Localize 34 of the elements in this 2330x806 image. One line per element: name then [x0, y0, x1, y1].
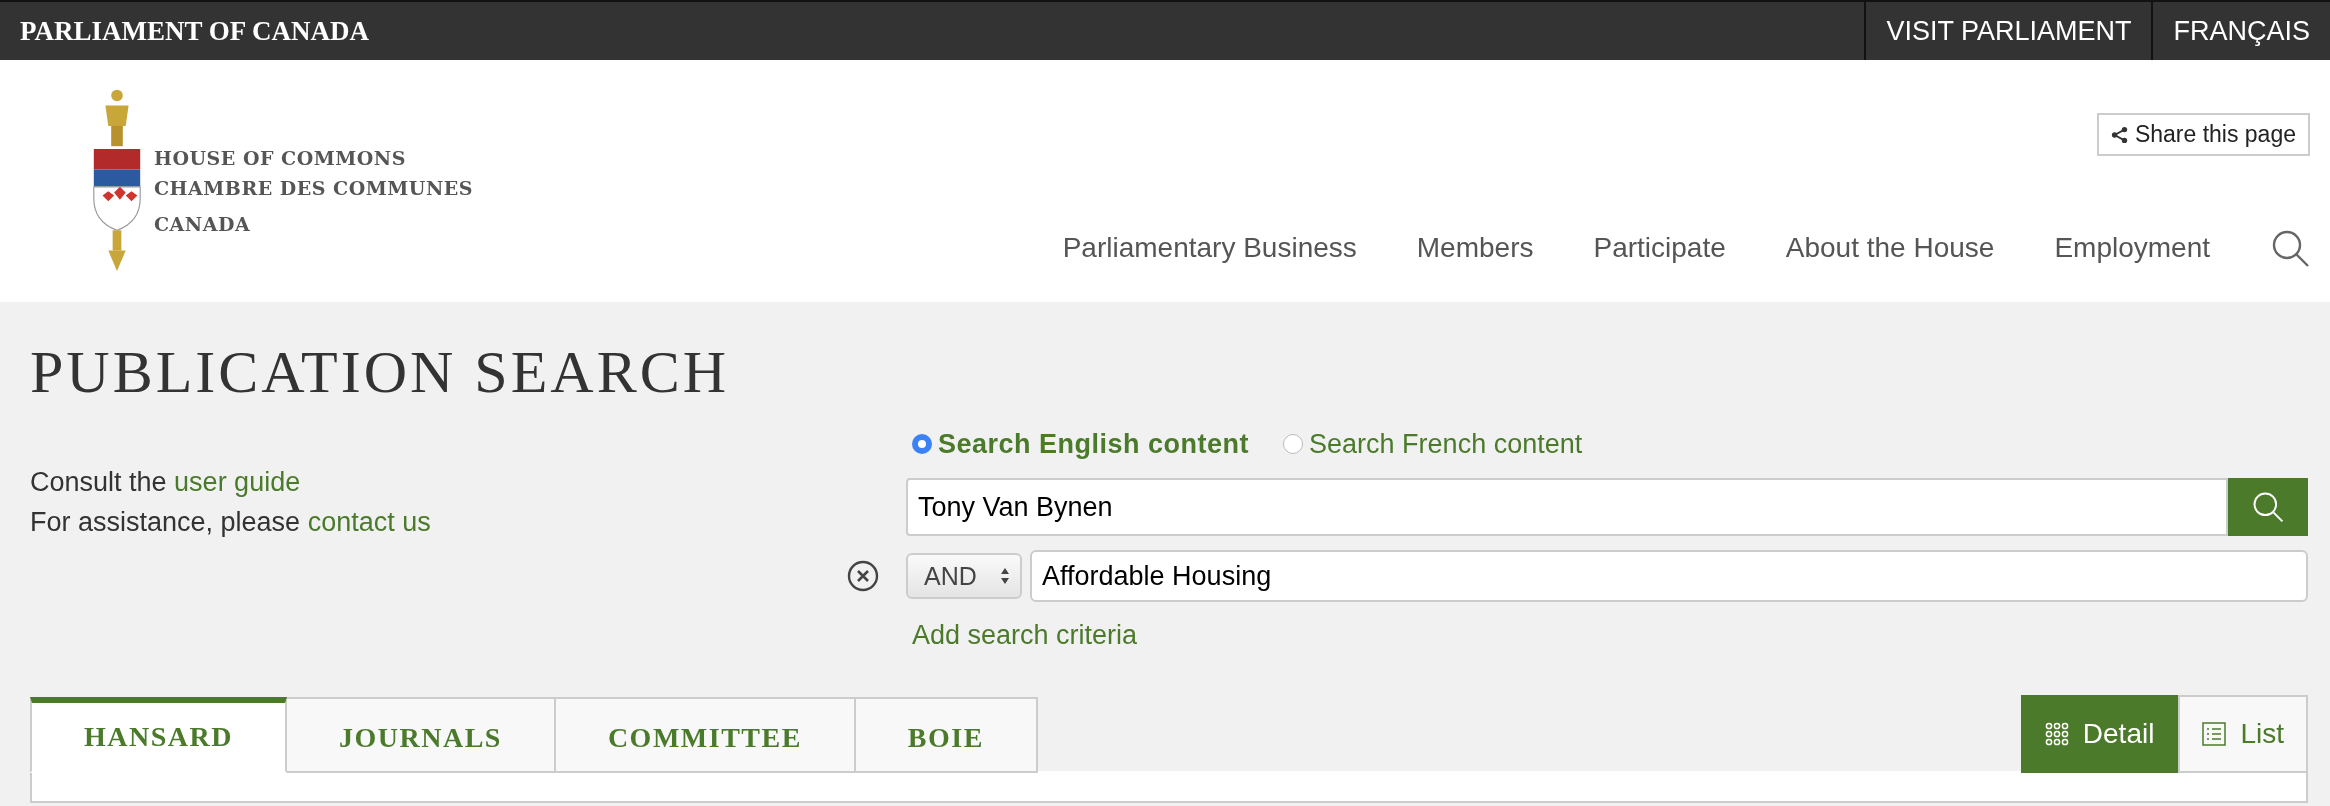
search-field[interactable]: Tony Van Bynen — [906, 478, 2228, 536]
nav-link[interactable]: Members — [1416, 232, 1534, 264]
nav-link[interactable]: Participate — [1593, 232, 1726, 264]
search-button[interactable] — [2228, 478, 2308, 536]
language-radio[interactable]: Search French content — [1283, 428, 1583, 460]
page-title: PUBLICATION SEARCH — [30, 338, 731, 407]
logo-text: CHAMBRE DES COMMUNES — [154, 176, 473, 201]
nav-link[interactable]: About the House — [1785, 232, 1995, 264]
tab[interactable]: BOIE — [855, 697, 1038, 773]
grid-icon — [2044, 722, 2069, 746]
view-button[interactable]: Detail — [2020, 695, 2179, 773]
share-button[interactable]: Share this page — [2096, 113, 2310, 156]
tab[interactable]: HANSARD — [30, 697, 287, 773]
operator-select[interactable]: AND — [906, 553, 1022, 599]
tab[interactable]: COMMITTEE — [555, 697, 856, 773]
site-title[interactable]: PARLIAMENT OF CANADA — [0, 15, 369, 47]
logo-text: HOUSE OF COMMONS — [154, 146, 407, 171]
tab[interactable]: JOURNALS — [286, 697, 556, 773]
language-radio[interactable]: Search English content — [912, 428, 1250, 460]
help-text: Consult the user guide — [30, 466, 302, 499]
list-icon — [2202, 722, 2227, 746]
view-button[interactable]: List — [2178, 695, 2308, 773]
help-text: For assistance, please contact us — [30, 506, 432, 539]
nav-link[interactable]: Parliamentary Business — [1062, 232, 1357, 264]
nav-link[interactable]: Employment — [2054, 232, 2210, 264]
share-icon — [2110, 125, 2129, 144]
search-icon[interactable] — [2270, 228, 2310, 268]
criteria-field[interactable]: Affordable Housing — [1030, 550, 2308, 602]
updown-icon — [1000, 567, 1010, 585]
add-criteria-link[interactable]: Add search criteria — [906, 620, 1138, 651]
remove-icon[interactable] — [846, 559, 880, 593]
help-link[interactable]: user guide — [174, 467, 301, 497]
help-link[interactable]: contact us — [307, 507, 431, 537]
logo-text: CANADA — [154, 212, 252, 237]
